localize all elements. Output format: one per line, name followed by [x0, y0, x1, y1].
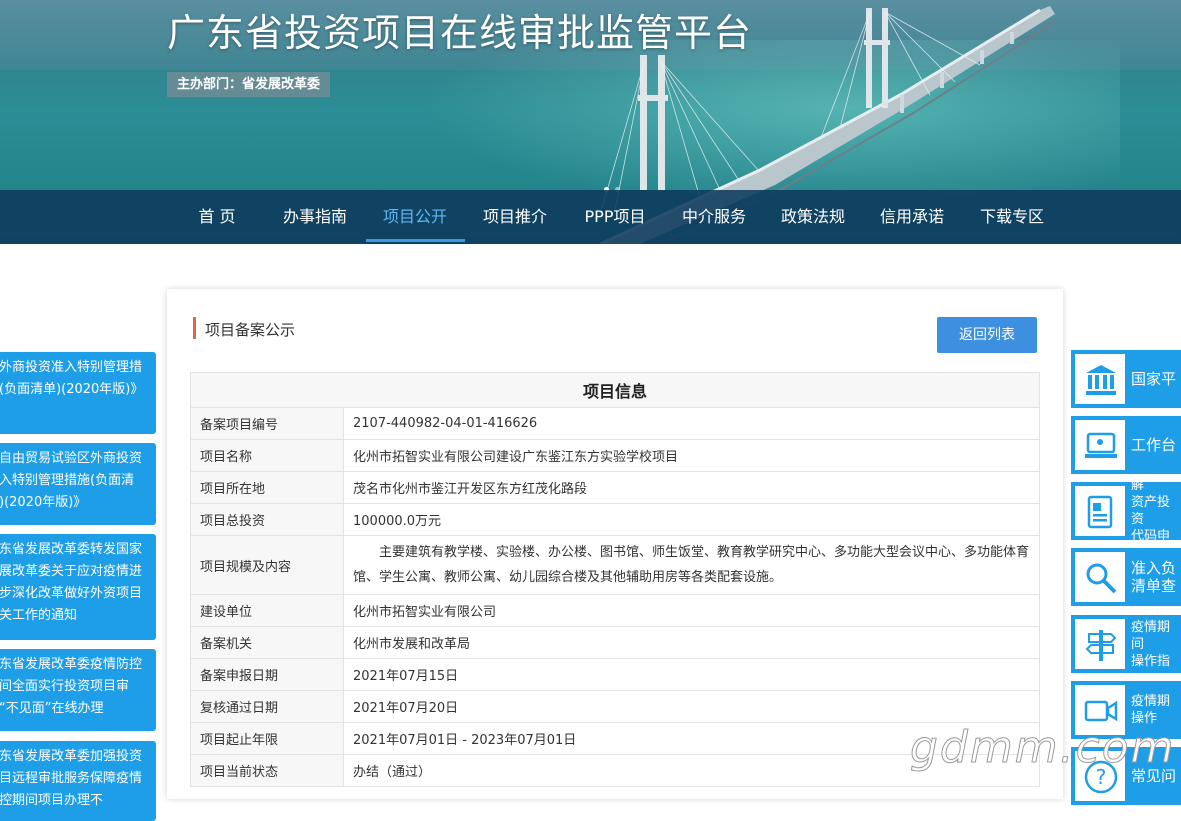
table-row: 备案申报日期 2021年07月15日 — [190, 658, 1040, 691]
left-link-text: 广东省发展改革委转发国家发展改革委关于应对疫情进一步深化改革做好外资项目有关工作… — [0, 542, 143, 623]
row-value: 化州市发展和改革局 — [343, 626, 1040, 659]
right-menu-label: 疫情期间 操作指 — [1131, 619, 1171, 669]
nav-ppp[interactable]: PPP项目 — [574, 190, 656, 244]
right-menu-investment-code[interactable]: 一文了解 资产投资 代码申领 — [1071, 482, 1181, 540]
left-link-text: 《自由贸易试验区外商投资准入特别管理措施(负面清单)(2020年版)》 — [0, 451, 143, 510]
table-title: 项目信息 — [190, 372, 1040, 408]
nav-policy[interactable]: 政策法规 — [772, 190, 854, 244]
right-menu-label: 工作台 — [1131, 436, 1177, 454]
nav-credit[interactable]: 信用承诺 — [871, 190, 953, 244]
table-row: 备案项目编号 2107-440982-04-01-416626 — [190, 407, 1040, 440]
right-menu-label: 准入负 清单查 — [1131, 559, 1177, 595]
row-label: 项目规模及内容 — [190, 535, 344, 595]
project-scope-text: 主要建筑有教学楼、实验楼、办公楼、图书馆、师生饭堂、教育教学研究中心、多功能大型… — [353, 545, 1030, 585]
left-link-card[interactable]: 广东省发展改革委疫情防控期间全面实行投资项目审批“不见面”在线办理 — [0, 649, 156, 731]
row-label: 项目总投资 — [190, 503, 344, 536]
nav-download[interactable]: 下载专区 — [971, 190, 1053, 244]
document-icon — [1073, 484, 1127, 538]
right-menu-national-platform[interactable]: 国家平 — [1071, 350, 1181, 408]
row-value: 2021年07月15日 — [343, 658, 1040, 691]
magnifier-icon — [1073, 550, 1127, 604]
left-link-text: 广东省发展改革委加强投资项目远程审批服务保障疫情防控期间项目办理不 — [0, 749, 143, 808]
right-menu-epidemic-guide[interactable]: 疫情期间 操作指 — [1071, 615, 1181, 673]
table-row: 建设单位 化州市拓智实业有限公司 — [190, 594, 1040, 627]
table-row: 项目所在地 茂名市化州市鉴江开发区东方红茂化路段 — [190, 471, 1040, 504]
computer-icon — [1073, 418, 1127, 472]
row-value: 茂名市化州市鉴江开发区东方红茂化路段 — [343, 471, 1040, 504]
host-department-badge: 主办部门：省发展改革委 — [167, 72, 331, 97]
nav-home[interactable]: 首 页 — [180, 190, 254, 244]
bank-icon — [1073, 352, 1127, 406]
table-row: 项目名称 化州市拓智实业有限公司建设广东鉴江东方实验学校项目 — [190, 439, 1040, 472]
row-label: 项目当前状态 — [190, 754, 344, 787]
table-row: 项目规模及内容 主要建筑有教学楼、实验楼、办公楼、图书馆、师生饭堂、教育教学研究… — [190, 535, 1040, 595]
nav-project-promotion[interactable]: 项目推介 — [474, 190, 556, 244]
main-nav: 首 页 办事指南 项目公开 项目推介 PPP项目 中介服务 政策法规 信用承诺 … — [0, 190, 1181, 244]
panel-title: 项目备案公示 — [193, 317, 295, 339]
signpost-icon — [1073, 617, 1127, 671]
row-label: 项目名称 — [190, 439, 344, 472]
table-row: 复核通过日期 2021年07月20日 — [190, 690, 1040, 723]
row-label: 项目所在地 — [190, 471, 344, 504]
row-value: 100000.0万元 — [343, 503, 1040, 536]
left-link-card[interactable]: 《外商投资准入特别管理措施(负面清单)(2020年版)》 — [0, 352, 156, 434]
right-menu-label: 一文了解 资产投资 代码申领 — [1131, 482, 1171, 540]
right-menu-label: 国家平 — [1131, 370, 1177, 388]
row-label: 复核通过日期 — [190, 690, 344, 723]
row-value: 2107-440982-04-01-416626 — [343, 407, 1040, 440]
row-label: 备案项目编号 — [190, 407, 344, 440]
site-watermark: gdmm.com — [910, 722, 1176, 774]
header-banner: 广东省投资项目在线审批监管平台 主办部门：省发展改革委 首 页 办事指南 项目公… — [0, 0, 1181, 244]
nav-intermediary[interactable]: 中介服务 — [673, 190, 755, 244]
row-value: 主要建筑有教学楼、实验楼、办公楼、图书馆、师生饭堂、教育教学研究中心、多功能大型… — [343, 535, 1040, 595]
row-label: 项目起止年限 — [190, 722, 344, 755]
row-value: 2021年07月20日 — [343, 690, 1040, 723]
nav-guide[interactable]: 办事指南 — [275, 190, 355, 244]
nav-active-underline — [366, 239, 465, 242]
right-menu-workbench[interactable]: 工作台 — [1071, 416, 1181, 474]
back-to-list-button[interactable]: 返回列表 — [937, 317, 1037, 353]
row-label: 建设单位 — [190, 594, 344, 627]
row-value: 化州市拓智实业有限公司 — [343, 594, 1040, 627]
left-link-text: 广东省发展改革委疫情防控期间全面实行投资项目审批“不见面”在线办理 — [0, 657, 143, 716]
left-link-card[interactable]: 《自由贸易试验区外商投资准入特别管理措施(负面清单)(2020年版)》 — [0, 443, 156, 525]
table-row: 项目总投资 100000.0万元 — [190, 503, 1040, 536]
row-value: 化州市拓智实业有限公司建设广东鉴江东方实验学校项目 — [343, 439, 1040, 472]
site-title: 广东省投资项目在线审批监管平台 — [167, 11, 753, 55]
table-header-row: 项目信息 — [190, 372, 1040, 408]
row-label: 备案机关 — [190, 626, 344, 659]
row-label: 备案申报日期 — [190, 658, 344, 691]
nav-project-disclosure[interactable]: 项目公开 — [374, 190, 456, 244]
left-link-card[interactable]: 广东省发展改革委转发国家发展改革委关于应对疫情进一步深化改革做好外资项目有关工作… — [0, 534, 156, 640]
left-link-card[interactable]: 广东省发展改革委加强投资项目远程审批服务保障疫情防控期间项目办理不 — [0, 741, 156, 821]
table-row: 备案机关 化州市发展和改革局 — [190, 626, 1040, 659]
right-menu-negative-list[interactable]: 准入负 清单查 — [1071, 548, 1181, 606]
left-link-text: 《外商投资准入特别管理措施(负面清单)(2020年版)》 — [0, 360, 144, 397]
